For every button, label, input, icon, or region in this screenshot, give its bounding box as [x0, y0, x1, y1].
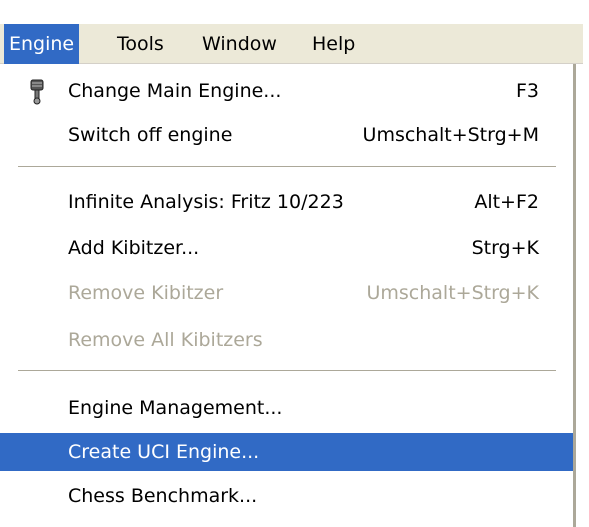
menu-item-label: Change Main Engine... [68, 80, 282, 102]
menu-item-infinite-analysis[interactable]: Infinite Analysis: Fritz 10/223 Alt+F2 [0, 183, 573, 221]
menu-item-label: Engine Management... [68, 397, 283, 419]
menu-item-label: Remove Kibitzer [68, 282, 224, 304]
menu-item-switch-off-engine[interactable]: Switch off engine Umschalt+Strg+M [0, 116, 573, 154]
menu-bar-strip [0, 24, 589, 64]
menu-window[interactable]: Window [197, 24, 282, 64]
menu-item-shortcut: F3 [515, 80, 539, 102]
menu-tools[interactable]: Tools [112, 24, 169, 64]
menu-item-shortcut: Alt+F2 [474, 191, 539, 213]
menu-item-add-kibitzer[interactable]: Add Kibitzer... Strg+K [0, 229, 573, 267]
menu-item-label: Create UCI Engine... [68, 441, 260, 463]
menu-item-label: Infinite Analysis: Fritz 10/223 [68, 191, 344, 213]
engine-dropdown-menu: Change Main Engine... F3 Switch off engi… [0, 64, 576, 527]
menu-separator [18, 166, 556, 168]
menu-engine[interactable]: Engine [4, 24, 80, 64]
menu-item-shortcut: Umschalt+Strg+M [362, 124, 539, 146]
menu-item-chess-benchmark[interactable]: Chess Benchmark... [0, 477, 573, 515]
engine-piston-icon [30, 79, 44, 105]
menu-separator [18, 370, 556, 372]
menu-item-create-uci-engine[interactable]: Create UCI Engine... [0, 433, 573, 471]
menu-item-shortcut: Umschalt+Strg+K [366, 282, 539, 304]
menu-item-label: Chess Benchmark... [68, 485, 258, 507]
menu-item-shortcut: Strg+K [471, 237, 539, 259]
menu-item-label: Switch off engine [68, 124, 233, 146]
menu-bar-edge [583, 18, 589, 66]
menu-item-remove-kibitzer[interactable]: Remove Kibitzer Umschalt+Strg+K [0, 274, 573, 312]
menu-help[interactable]: Help [307, 24, 360, 64]
menu-item-label: Add Kibitzer... [68, 237, 200, 259]
menu-item-change-main-engine[interactable]: Change Main Engine... F3 [0, 72, 573, 110]
menu-item-label: Remove All Kibitzers [68, 329, 263, 351]
menu-item-engine-management[interactable]: Engine Management... [0, 389, 573, 427]
menu-item-remove-all-kibitzers[interactable]: Remove All Kibitzers [0, 321, 573, 359]
